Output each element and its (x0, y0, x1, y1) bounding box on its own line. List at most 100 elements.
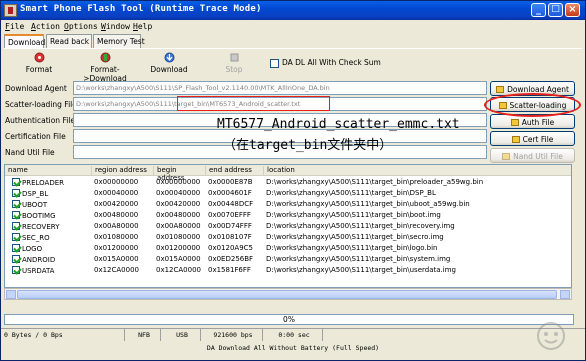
partition-name: DSP_BL (22, 190, 49, 198)
tab-read-back[interactable]: Read back (46, 34, 92, 48)
tab-download[interactable]: Download (4, 34, 45, 49)
cell-location: D:\works\zhangxy\A500\S111\target_bin\DS… (266, 189, 436, 197)
partition-name: PRELOADER (22, 179, 65, 187)
cell-name[interactable]: BOOTIMG (9, 211, 56, 220)
nand-util-button[interactable]: Nand Util File (490, 148, 575, 163)
row-checkbox[interactable] (12, 266, 20, 274)
cell-location: D:\works\zhangxy\A500\S111\target_bin\pr… (266, 178, 484, 186)
cell-location: D:\works\zhangxy\A500\S111\target_bin\ub… (266, 200, 470, 208)
cell-region: 0x00000000 (94, 178, 139, 186)
cell-region: 0x00480000 (94, 211, 139, 219)
table-row[interactable]: USRDATA 0x12CA0000 0x12CA0000 0x1581F6FF D:\… (5, 266, 571, 276)
table-row[interactable]: SEC_RO 0x01080000 0x01080000 0x0108107F D:\w… (5, 233, 571, 243)
table-row[interactable]: PRELOADER 0x00000000 0x00000000 0x0000E87B D… (5, 178, 571, 188)
partition-name: LOGO (22, 245, 43, 253)
da-dl-all-checkbox[interactable]: DA DL All With Check Sum (270, 58, 381, 68)
table-row[interactable]: LOGO 0x01200000 0x01200000 0x0120A9C5 D:\wor… (5, 244, 571, 254)
minimize-button[interactable]: _ (531, 3, 546, 17)
row-checkbox[interactable] (12, 222, 20, 230)
table-row[interactable]: RECOVERY 0x00A80000 0x00A80000 0x00D74FFF D:… (5, 222, 571, 232)
col-end-address[interactable]: end address (205, 166, 263, 176)
row-checkbox[interactable] (12, 211, 20, 219)
cell-location: D:\works\zhangxy\A500\S111\target_bin\se… (266, 233, 444, 241)
scatter-file-label: Scatter-loading File (5, 100, 77, 109)
checkbox-box[interactable] (270, 58, 279, 68)
row-checkbox[interactable] (12, 244, 20, 252)
da-dl-all-label: DA DL All With Check Sum (282, 58, 381, 67)
download-agent-field[interactable]: D:\works\zhangxy\A500\S111\SP_Flash_Tool… (73, 81, 487, 95)
cell-region: 0x00420000 (94, 200, 139, 208)
scroll-right-icon[interactable] (560, 290, 570, 299)
row-checkbox[interactable] (12, 200, 20, 208)
format-label: Format (25, 65, 53, 74)
menu-options[interactable]: Options (64, 22, 98, 31)
cell-name[interactable]: ANDROID (9, 255, 55, 264)
cell-name[interactable]: PRELOADER (9, 178, 64, 187)
toolbar: Format Format->Download Download Stop DA… (4, 48, 582, 83)
stop-label: Stop (225, 65, 243, 74)
col-region-address[interactable]: region address (91, 166, 153, 176)
partition-name: ANDROID (22, 256, 56, 264)
col-location[interactable]: location (263, 166, 571, 176)
cell-name[interactable]: USRDATA (9, 266, 54, 275)
cell-name[interactable]: LOGO (9, 244, 42, 253)
partition-name: RECOVERY (22, 223, 60, 231)
format-download-button[interactable]: Format->Download (70, 52, 140, 83)
cell-name[interactable]: DSP_BL (9, 189, 48, 198)
menu-bar: File Action Options Window Help (1, 20, 585, 34)
row-checkbox[interactable] (12, 255, 20, 263)
row-checkbox[interactable] (12, 189, 20, 197)
cell-end: 0x0120A9C5 (208, 244, 253, 252)
menu-action[interactable]: Action (31, 22, 60, 31)
cell-begin: 0x00A80000 (156, 222, 201, 230)
table-row[interactable]: DSP_BL 0x00040000 0x00040000 0x0004601F D:\w… (5, 189, 571, 199)
cell-end: 0x1581F6FF (208, 266, 251, 274)
stop-button[interactable]: Stop (220, 52, 248, 74)
app-window: Smart Phone Flash Tool (Runtime Trace Mo… (0, 0, 586, 361)
cell-begin: 0x00420000 (156, 200, 201, 208)
menu-help[interactable]: Help (133, 22, 152, 31)
row-checkbox[interactable] (12, 233, 20, 241)
cell-begin: 0x12CA0000 (156, 266, 201, 274)
col-name[interactable]: name (5, 166, 91, 176)
cert-file-button[interactable]: Cert File (490, 131, 575, 146)
cert-file-button-label: Cert File (522, 135, 554, 144)
cell-region: 0x00A80000 (94, 222, 139, 230)
table-hscroll[interactable] (4, 288, 572, 300)
cell-location: D:\works\zhangxy\A500\S111\target_bin\lo… (266, 244, 438, 252)
menu-window[interactable]: Window (101, 22, 130, 31)
download-button[interactable]: Download (149, 52, 189, 74)
cell-name[interactable]: SEC_RO (9, 233, 50, 242)
watermark-logo (537, 322, 565, 350)
cell-region: 0x00040000 (94, 189, 139, 197)
cell-location: D:\works\zhangxy\A500\S111\target_bin\us… (266, 266, 456, 274)
download-label: Download (150, 65, 188, 74)
table-header: name region address begin address end ad… (5, 165, 571, 182)
cell-name[interactable]: RECOVERY (9, 222, 59, 231)
cell-begin: 0x00000000 (156, 178, 201, 186)
maximize-button[interactable]: □ (548, 3, 563, 17)
table-row[interactable]: ANDROID 0x015A0000 0x015A0000 0x0ED256BF D:\… (5, 255, 571, 265)
format-button[interactable]: Format (24, 52, 54, 74)
scroll-left-icon[interactable] (6, 290, 16, 299)
status-bar: 0 Bytes / 0 Bps NFB USB 921600 bps 0:00 … (1, 328, 585, 341)
folder-icon (496, 86, 505, 93)
title-bar[interactable]: Smart Phone Flash Tool (Runtime Trace Mo… (1, 1, 585, 20)
cell-region: 0x015A0000 (94, 255, 139, 263)
scroll-thumb[interactable] (17, 290, 557, 299)
cell-name[interactable]: UBOOT (9, 200, 47, 209)
cell-begin: 0x015A0000 (156, 255, 201, 263)
cell-end: 0x00448DCF (208, 200, 254, 208)
table-row[interactable]: UBOOT 0x00420000 0x00420000 0x00448DCF D:\wo… (5, 200, 571, 210)
partition-name: SEC_RO (22, 234, 50, 242)
cell-end: 0x00D74FFF (208, 222, 252, 230)
menu-file[interactable]: File (5, 22, 24, 31)
col-begin-address[interactable]: begin address (153, 166, 205, 182)
table-row[interactable]: BOOTIMG 0x00480000 0x00480000 0x0070EFFF D:\… (5, 211, 571, 221)
download-icon (164, 52, 174, 63)
cell-begin: 0x00040000 (156, 189, 201, 197)
row-checkbox[interactable] (12, 178, 20, 186)
tab-memory-test[interactable]: Memory Test (93, 34, 145, 48)
close-button[interactable]: × (565, 3, 580, 17)
status-nfb: NFB (125, 329, 161, 341)
